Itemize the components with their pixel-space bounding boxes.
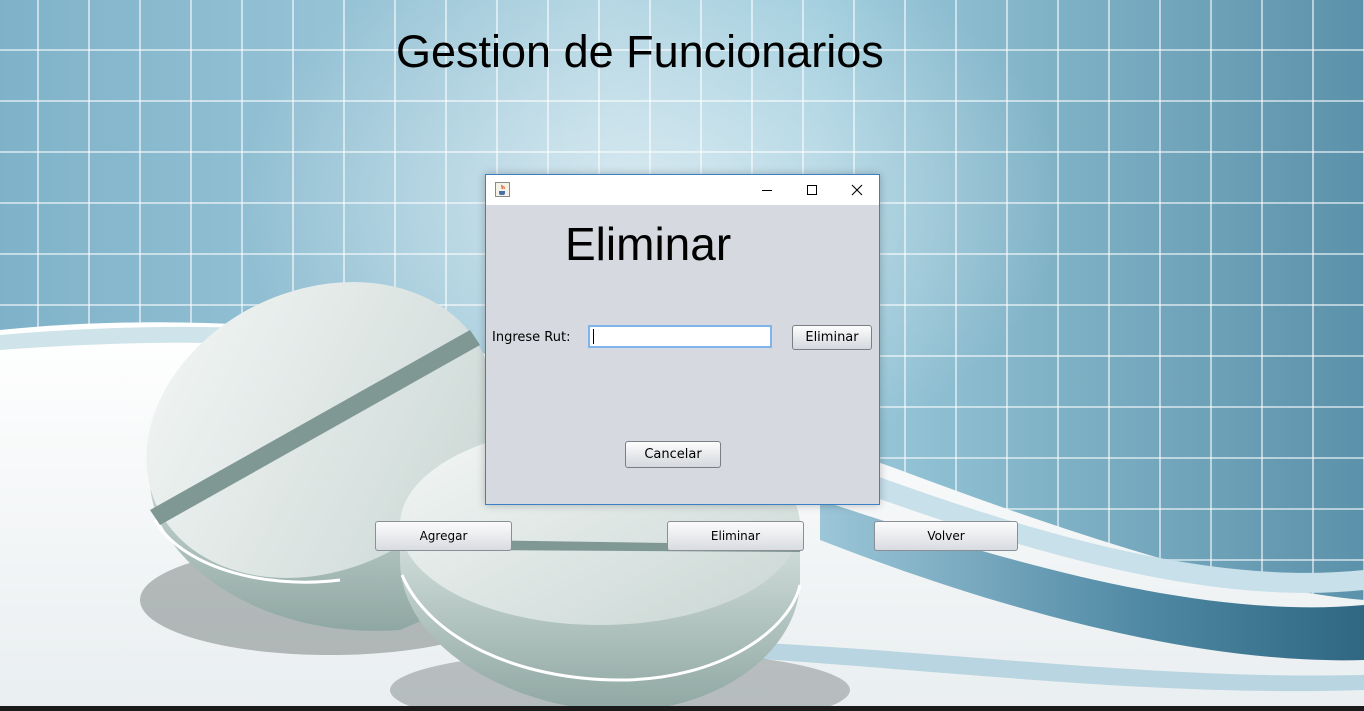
- delete-button[interactable]: Eliminar: [667, 521, 804, 551]
- maximize-button[interactable]: [789, 175, 834, 205]
- add-button[interactable]: Agregar: [375, 521, 512, 551]
- java-coffee-icon: [495, 182, 510, 197]
- close-icon: [851, 184, 862, 196]
- minimize-icon: [761, 190, 772, 191]
- delete-dialog: Eliminar Ingrese Rut: Eliminar Cancelar: [485, 174, 880, 505]
- rut-label: Ingrese Rut:: [492, 330, 571, 345]
- rut-input[interactable]: [588, 325, 772, 348]
- cancel-button[interactable]: Cancelar: [625, 441, 721, 468]
- dialog-titlebar[interactable]: [486, 175, 879, 205]
- back-button[interactable]: Volver: [874, 521, 1018, 551]
- close-button[interactable]: [834, 175, 879, 205]
- dialog-heading: Eliminar: [565, 218, 732, 270]
- minimize-button[interactable]: [744, 175, 789, 205]
- text-caret: [593, 329, 594, 344]
- page-title: Gestion de Funcionarios: [396, 26, 884, 77]
- confirm-delete-button[interactable]: Eliminar: [792, 325, 872, 350]
- taskbar-edge: [0, 706, 1364, 711]
- maximize-icon: [806, 185, 817, 195]
- application-window: Gestion de Funcionarios Agregar Eliminar…: [0, 0, 1364, 711]
